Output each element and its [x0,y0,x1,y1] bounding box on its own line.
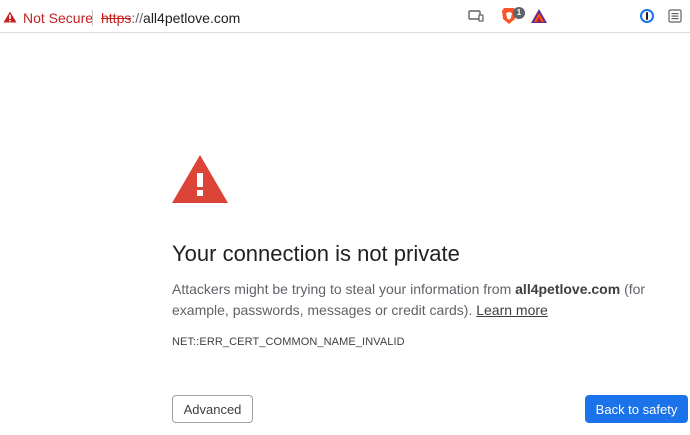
url-host: all4petlove.com [143,10,241,26]
warning-icon[interactable] [3,11,17,23]
domain-name: all4petlove.com [515,281,621,297]
url-separator: :// [131,10,144,26]
learn-more-link[interactable]: Learn more [476,302,548,318]
password-manager-icon[interactable] [638,7,656,25]
warning-triangle-icon [172,155,228,203]
url-text[interactable]: https://all4petlove.com [101,10,240,26]
back-to-safety-button[interactable]: Back to safety [585,395,688,423]
page-heading: Your connection is not private [172,241,460,266]
explanation-text: Attackers might be trying to steal your … [172,281,516,297]
cast-icon[interactable] [467,7,485,25]
brave-shield-count-badge: 1 [513,7,525,19]
explanation-paragraph: Attackers might be trying to steal your … [172,279,690,321]
brave-rewards-icon[interactable] [530,7,548,25]
advanced-button[interactable]: Advanced [172,395,253,423]
security-status-label[interactable]: Not Secure [23,10,93,26]
menu-icon[interactable] [666,7,684,25]
url-scheme: https [101,10,132,26]
error-code[interactable]: NET::ERR_CERT_COMMON_NAME_INVALID [172,335,405,349]
browser-toolbar: Not Secure https://all4petlove.com 1 [0,0,690,33]
divider [92,10,93,26]
